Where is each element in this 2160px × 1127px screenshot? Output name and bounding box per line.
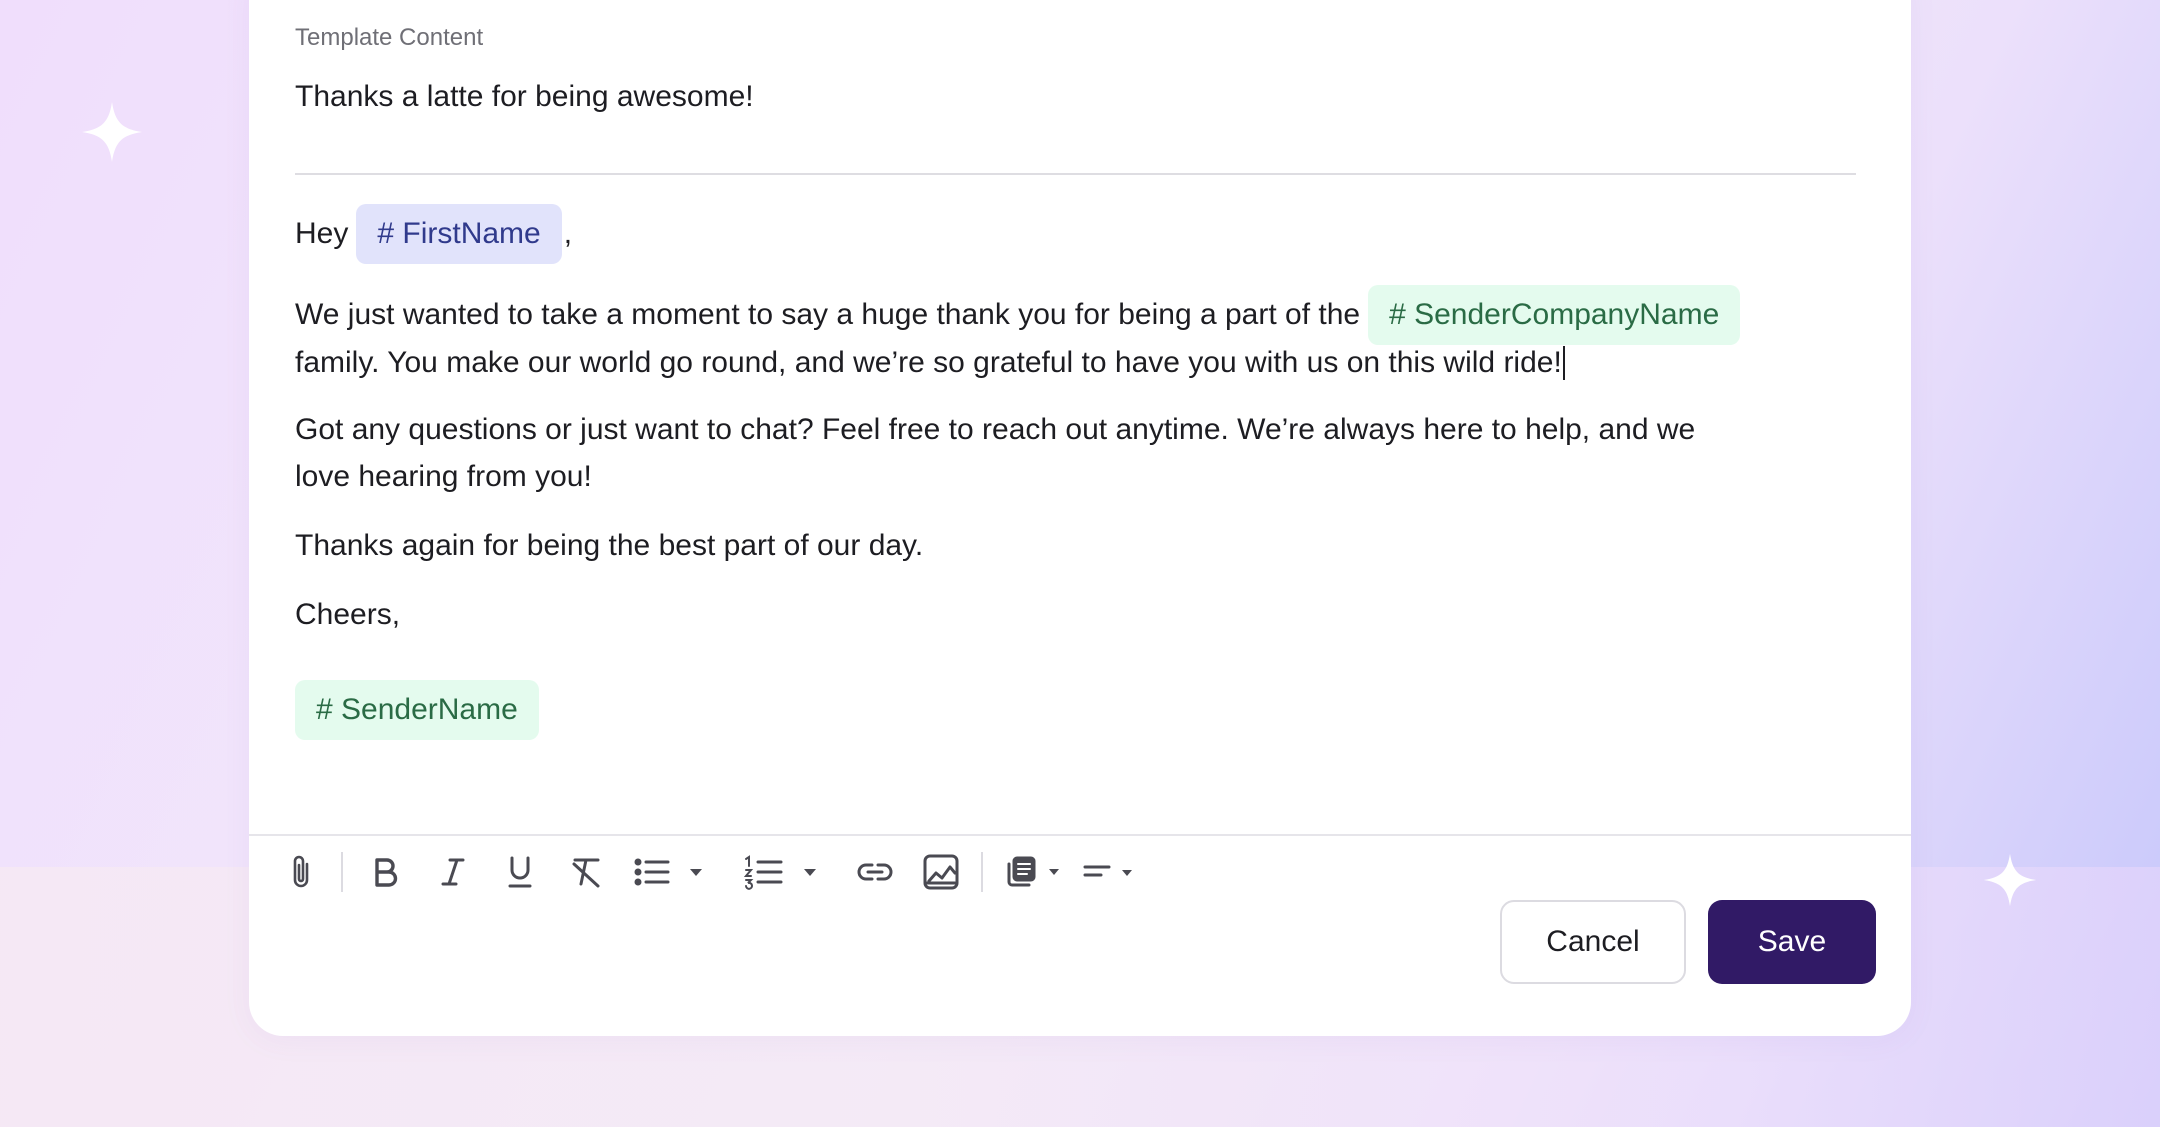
align-icon[interactable] [1081, 850, 1145, 894]
numbered-list-icon[interactable] [743, 850, 823, 894]
paragraph-3[interactable]: Thanks again for being the best part of … [295, 522, 923, 570]
italic-icon[interactable] [433, 850, 473, 894]
bullet-list-icon[interactable] [633, 850, 709, 894]
cancel-button[interactable]: Cancel [1500, 900, 1686, 984]
greeting-comma: , [563, 217, 573, 250]
toolbar-divider [249, 834, 1911, 836]
template-editor-card: Template Content Thanks a latte for bein… [249, 0, 1911, 1036]
first-name-tag[interactable]: # FirstName [356, 204, 562, 264]
paragraph-2-line-2[interactable]: love hearing from you! [295, 453, 592, 501]
greeting-line[interactable]: Hey # FirstName, [295, 204, 572, 264]
text-cursor [1562, 346, 1565, 381]
subject-field[interactable]: Thanks a latte for being awesome! [295, 80, 754, 114]
greeting-text: Hey [295, 217, 349, 250]
sparkle-icon [1983, 853, 2037, 907]
paragraph-1-line-2[interactable]: family. You make our world go round, and… [295, 338, 1565, 387]
template-blocks-icon[interactable] [1005, 850, 1069, 894]
underline-icon[interactable] [500, 850, 540, 894]
signoff-text[interactable]: Cheers, [295, 591, 400, 639]
bold-icon[interactable] [365, 850, 405, 894]
paragraph-1-text: We just wanted to take a moment to say a… [295, 298, 1361, 331]
paragraph-1-text-cont: family. You make our world go round, and… [295, 346, 1562, 380]
image-icon[interactable] [919, 850, 963, 894]
sender-company-name-tag[interactable]: # SenderCompanyName [1368, 285, 1741, 345]
subject-divider [295, 173, 1856, 175]
sender-name-tag[interactable]: # SenderName [295, 680, 539, 740]
paragraph-1-line-1[interactable]: We just wanted to take a moment to say a… [295, 285, 1741, 345]
toolbar-separator [341, 852, 343, 892]
paragraph-2-line-1[interactable]: Got any questions or just want to chat? … [295, 406, 1695, 454]
clear-format-icon[interactable] [566, 850, 606, 894]
paperclip-icon[interactable] [283, 850, 319, 894]
section-label: Template Content [295, 24, 484, 51]
link-icon[interactable] [853, 850, 897, 894]
save-button[interactable]: Save [1708, 900, 1876, 984]
sparkle-icon [82, 102, 142, 162]
toolbar-separator [981, 852, 983, 892]
